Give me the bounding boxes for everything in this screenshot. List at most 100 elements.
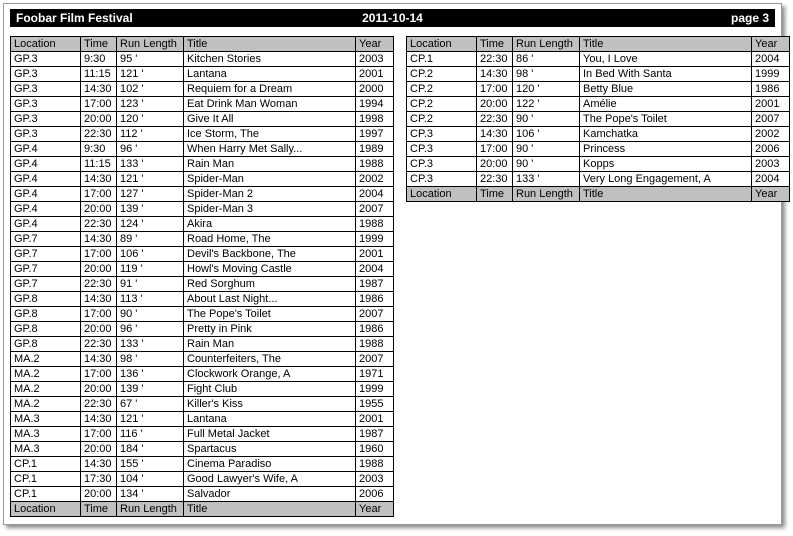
cell-run-length: 133 ': [116, 156, 184, 172]
cell-time: 14:30: [476, 126, 513, 142]
left-column: Location Time Run Length Title Year GP.3 9:30…: [10, 36, 394, 517]
cell-time: 20:00: [80, 261, 117, 277]
table-row: CP.2 22:30 90 ' The Pope's Toilet 2007: [406, 111, 790, 127]
cell-location: GP.4: [10, 171, 81, 187]
cell-title: Akira: [183, 216, 356, 232]
cell-time: 20:00: [80, 381, 117, 397]
column-header-run-length[interactable]: Run Length: [512, 36, 580, 52]
cell-run-length: 102 ': [116, 81, 184, 97]
cell-run-length: 121 ': [116, 171, 184, 187]
cell-title: Requiem for a Dream: [183, 81, 356, 97]
table-row: GP.3 9:30 95 ' Kitchen Stories 2003: [10, 51, 394, 67]
cell-title: Kopps: [579, 156, 752, 172]
cell-run-length: 98 ': [512, 66, 580, 82]
cell-time: 20:00: [80, 486, 117, 502]
cell-run-length: 139 ': [116, 381, 184, 397]
column-header-location[interactable]: Location: [10, 36, 81, 52]
table-header-row: Location Time Run Length Title Year: [10, 36, 394, 52]
table-row: CP.2 17:00 120 ' Betty Blue 1986: [406, 81, 790, 97]
schedule-columns: Location Time Run Length Title Year GP.3 9:30…: [10, 36, 790, 517]
cell-title: Fight Club: [183, 381, 356, 397]
cell-year: 1986: [355, 321, 394, 337]
table-row: GP.3 14:30 102 ' Requiem for a Dream 2000: [10, 81, 394, 97]
cell-title: Pretty in Pink: [183, 321, 356, 337]
table-row: GP.3 20:00 120 ' Give It All 1998: [10, 111, 394, 127]
cell-location: CP.2: [406, 111, 477, 127]
cell-location: GP.8: [10, 291, 81, 307]
cell-location: GP.7: [10, 276, 81, 292]
cell-location: MA.2: [10, 396, 81, 412]
cell-location: CP.3: [406, 126, 477, 142]
table-row: MA.2 22:30 67 ' Killer's Kiss 1955: [10, 396, 394, 412]
cell-title: Eat Drink Man Woman: [183, 96, 356, 112]
column-footer-run-length: Run Length: [512, 186, 580, 202]
cell-location: MA.3: [10, 411, 81, 427]
table-head: Location Time Run Length Title Year: [406, 36, 790, 52]
table-row: GP.3 17:00 123 ' Eat Drink Man Woman 1994: [10, 96, 394, 112]
cell-year: 2004: [355, 186, 394, 202]
cell-run-length: 116 ': [116, 426, 184, 442]
table-row: GP.8 17:00 90 ' The Pope's Toilet 2007: [10, 306, 394, 322]
cell-time: 20:00: [80, 111, 117, 127]
cell-run-length: 98 ': [116, 351, 184, 367]
cell-run-length: 113 ': [116, 291, 184, 307]
cell-run-length: 90 ': [512, 156, 580, 172]
cell-run-length: 139 ': [116, 201, 184, 217]
column-footer-year: Year: [355, 501, 394, 517]
cell-time: 14:30: [80, 231, 117, 247]
table-row: MA.2 20:00 139 ' Fight Club 1999: [10, 381, 394, 397]
table-row: MA.2 14:30 98 ' Counterfeiters, The 2007: [10, 351, 394, 367]
cell-run-length: 120 ': [512, 81, 580, 97]
cell-location: CP.1: [406, 51, 477, 67]
cell-location: GP.8: [10, 336, 81, 352]
table-footer-row: Location Time Run Length Title Year: [10, 501, 394, 517]
cell-time: 20:00: [80, 201, 117, 217]
cell-time: 20:00: [476, 156, 513, 172]
cell-year: 2006: [751, 141, 790, 157]
cell-year: 2004: [751, 171, 790, 187]
column-header-year[interactable]: Year: [355, 36, 394, 52]
cell-time: 11:15: [80, 156, 117, 172]
cell-year: 2003: [355, 471, 394, 487]
cell-run-length: 90 ': [512, 111, 580, 127]
cell-year: 1988: [355, 216, 394, 232]
cell-time: 17:00: [80, 96, 117, 112]
cell-title: Very Long Engagement, A: [579, 171, 752, 187]
cell-year: 2006: [355, 486, 394, 502]
document-page: Foobar Film Festival 2011-10-14 page 3 L…: [3, 3, 790, 525]
cell-location: GP.7: [10, 261, 81, 277]
column-header-run-length[interactable]: Run Length: [116, 36, 184, 52]
table-row: GP.4 22:30 124 ' Akira 1988: [10, 216, 394, 232]
cell-run-length: 106 ': [116, 246, 184, 262]
cell-time: 22:30: [476, 111, 513, 127]
cell-run-length: 155 ': [116, 456, 184, 472]
cell-title: In Bed With Santa: [579, 66, 752, 82]
cell-year: 1971: [355, 366, 394, 382]
cell-year: 2002: [751, 126, 790, 142]
cell-location: MA.2: [10, 366, 81, 382]
cell-title: Good Lawyer's Wife, A: [183, 471, 356, 487]
cell-year: 1999: [751, 66, 790, 82]
table-body: CP.1 22:30 86 ' You, I Love 2004 CP.2 14:30 98 …: [406, 51, 790, 187]
cell-title: Kamchatka: [579, 126, 752, 142]
header-date: 2011-10-14: [362, 11, 423, 25]
column-header-title[interactable]: Title: [579, 36, 752, 52]
column-header-time[interactable]: Time: [80, 36, 117, 52]
table-row: CP.2 14:30 98 ' In Bed With Santa 1999: [406, 66, 790, 82]
table-row: GP.3 22:30 112 ' Ice Storm, The 1997: [10, 126, 394, 142]
table-row: GP.4 17:00 127 ' Spider-Man 2 2004: [10, 186, 394, 202]
cell-title: Road Home, The: [183, 231, 356, 247]
cell-location: GP.4: [10, 216, 81, 232]
column-header-location[interactable]: Location: [406, 36, 477, 52]
table-row: GP.7 20:00 119 ' Howl's Moving Castle 2004: [10, 261, 394, 277]
cell-time: 22:30: [476, 171, 513, 187]
cell-title: Princess: [579, 141, 752, 157]
cell-run-length: 90 ': [116, 306, 184, 322]
page-content: Foobar Film Festival 2011-10-14 page 3 L…: [4, 4, 790, 524]
cell-location: GP.8: [10, 306, 81, 322]
cell-time: 14:30: [80, 411, 117, 427]
column-header-year[interactable]: Year: [751, 36, 790, 52]
column-header-title[interactable]: Title: [183, 36, 356, 52]
column-header-time[interactable]: Time: [476, 36, 513, 52]
right-column: Location Time Run Length Title Year CP.1 22:3…: [406, 36, 790, 202]
